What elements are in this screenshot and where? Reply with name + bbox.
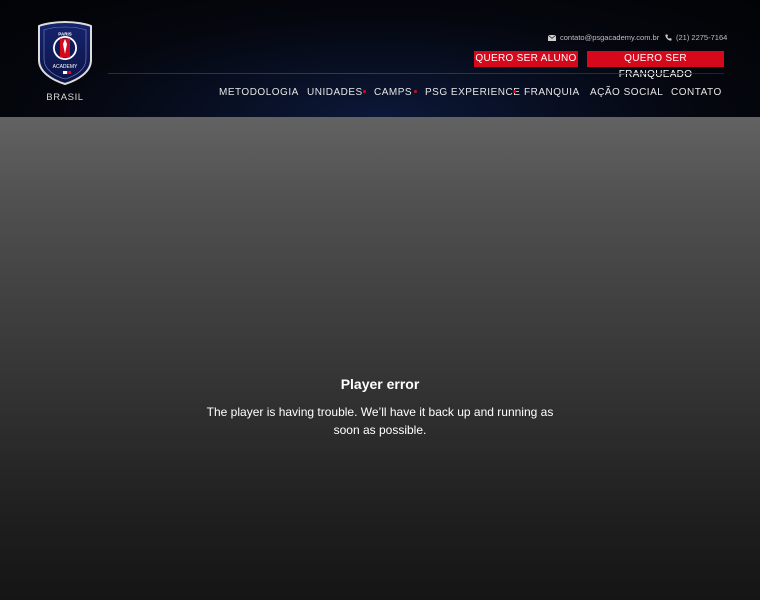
contact-phone[interactable]: (21) 2275-7164 bbox=[665, 33, 727, 42]
phone-icon bbox=[665, 34, 672, 41]
nav-item-unidades[interactable]: UNIDADES bbox=[307, 87, 363, 98]
nav-separator-dot bbox=[414, 90, 417, 93]
logo-text-top: PARIS bbox=[58, 32, 71, 37]
psg-academy-logo[interactable]: PARIS ACADEMY bbox=[36, 20, 94, 91]
nav-item-metodologia[interactable]: METODOLOGIA bbox=[219, 87, 299, 98]
contact-email[interactable]: contato@psgacademy.com.br bbox=[548, 33, 659, 42]
nav-item-contato[interactable]: CONTATO bbox=[671, 87, 722, 98]
header-divider bbox=[108, 73, 724, 74]
player-error-title: Player error bbox=[340, 376, 420, 392]
phone-text: (21) 2275-7164 bbox=[676, 33, 728, 42]
logo-text-bottom: ACADEMY bbox=[53, 64, 78, 70]
nav-separator-dot bbox=[513, 90, 516, 93]
email-text: contato@psgacademy.com.br bbox=[560, 33, 660, 42]
video-player[interactable] bbox=[0, 117, 760, 600]
quero-ser-aluno-button[interactable]: QUERO SER ALUNO bbox=[474, 51, 578, 67]
nav-separator-dot bbox=[363, 90, 366, 93]
quero-ser-franqueado-button[interactable]: QUERO SER FRANQUEADO bbox=[587, 51, 724, 80]
player-error-message: The player is having trouble. We’ll have… bbox=[206, 405, 554, 437]
nav-item-camps[interactable]: CAMPS bbox=[374, 87, 412, 98]
nav-item-acao-social[interactable]: AÇÃO SOCIAL bbox=[590, 87, 663, 98]
nav-item-franquia[interactable]: FRANQUIA bbox=[524, 87, 580, 98]
site-header: PARIS ACADEMY BRASIL contato@psgacademy.… bbox=[0, 0, 760, 117]
envelope-icon bbox=[548, 34, 556, 41]
main-nav: METODOLOGIA UNIDADES CAMPS PSG EXPERIENC… bbox=[0, 87, 760, 99]
nav-item-psg-experience[interactable]: PSG EXPERIENCE bbox=[425, 87, 520, 98]
